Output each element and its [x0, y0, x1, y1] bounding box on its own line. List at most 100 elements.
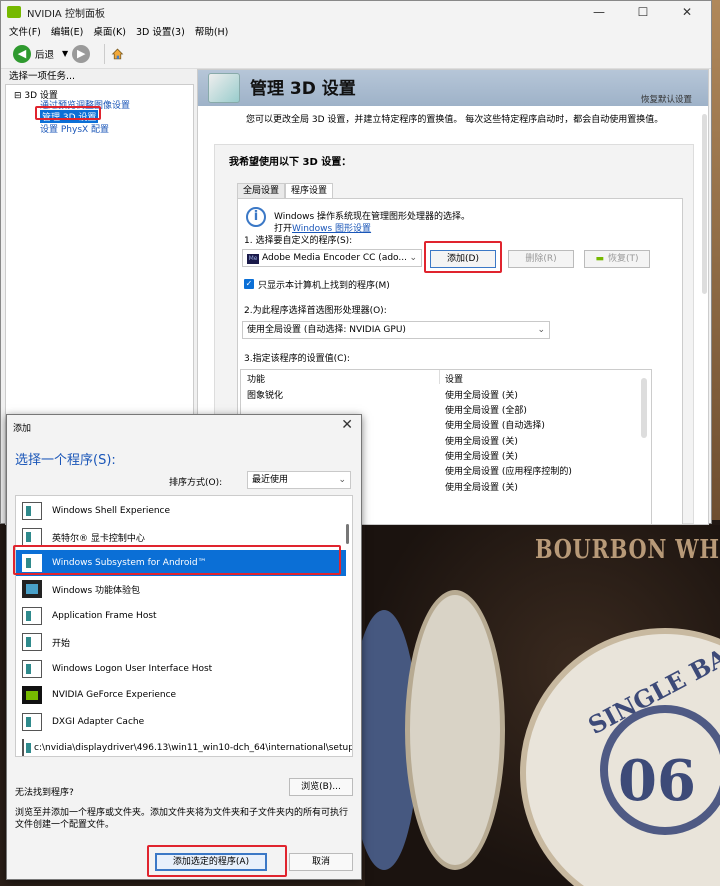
program-name: DXGI Adapter Cache [52, 717, 145, 727]
program-list-item[interactable]: NVIDIA GeForce Experience [16, 682, 346, 708]
highlight-add-button [424, 241, 502, 273]
wallpaper-strip [712, 0, 720, 520]
back-label[interactable]: 后退 [35, 47, 54, 61]
add-program-dialog: 添加 ✕ 选择一个程序(S): 排序方式(O): 最近使用 ⌄ Windows … [6, 414, 362, 880]
program-name: Application Frame Host [52, 611, 157, 621]
browse-button[interactable]: 浏览(B)... [289, 778, 353, 796]
program-list-item[interactable]: Windows Logon User Interface Host [16, 656, 346, 682]
browse-description: 浏览至并添加一个程序或文件夹。添加文件夹将为文件夹和子文件夹内的所有可执行文件创… [15, 808, 349, 830]
wallpaper-disc [405, 590, 505, 870]
minimize-button[interactable]: — [577, 1, 621, 23]
program-list-scrollbar[interactable] [346, 524, 349, 544]
back-dropdown-icon[interactable]: ▼ [62, 49, 68, 58]
program-list: Windows Shell Experience 英特尔® 显卡控制中心 Win… [15, 495, 353, 757]
nvidia-geforce-icon [22, 686, 42, 704]
program-icon [22, 502, 42, 520]
restore-defaults-link[interactable]: 恢复默认设置 [641, 93, 692, 105]
step3-label: 3.指定该程序的设置值(C): [244, 354, 350, 364]
program-icon [22, 528, 42, 546]
grid-row-setting[interactable]: 使用全局设置 (关) [445, 434, 518, 447]
menu-help[interactable]: 帮助(H) [195, 24, 229, 38]
wallpaper-bourbon-text: BOURBON WHI [535, 535, 720, 565]
forward-arrow-icon[interactable]: ▶ [72, 44, 91, 63]
chevron-down-icon: ⌄ [409, 253, 417, 263]
program-list-item[interactable]: 开始 [16, 629, 346, 655]
program-list-item[interactable]: DXGI Adapter Cache [16, 709, 346, 735]
wallpaper-badge-number: 06 [618, 748, 696, 814]
program-list-item[interactable]: Application Frame Host [16, 603, 346, 629]
program-name: Windows Logon User Interface Host [52, 664, 213, 674]
only-show-label: 只显示本计算机上找到的程序(M) [258, 281, 390, 291]
grid-row-setting[interactable]: 使用全局设置 (关) [445, 388, 518, 401]
title-bar[interactable]: NVIDIA 控制面板 — ☐ ✕ [1, 1, 711, 23]
close-button[interactable]: ✕ [665, 1, 709, 23]
program-list-item[interactable]: Windows 功能体验包 [16, 576, 346, 602]
menu-bar: 文件(F) 编辑(E) 桌面(K) 3D 设置(3) 帮助(H) [1, 23, 711, 39]
not-found-label: 无法找到程序? [15, 788, 74, 798]
highlight-selected-program [13, 545, 341, 575]
grid-scrollbar[interactable] [641, 378, 647, 438]
gpu-chevron-down-icon: ⌄ [537, 325, 545, 335]
program-name: NVIDIA GeForce Experience [52, 690, 177, 700]
program-list-item[interactable]: Windows Shell Experience [16, 498, 346, 524]
dialog-title: 添加 [13, 424, 32, 434]
content-scrollbar[interactable] [702, 114, 707, 294]
toolbar: ◀ 后退 ▼ ▶ [1, 39, 711, 69]
sort-label: 排序方式(O): [169, 478, 223, 488]
home-icon[interactable] [104, 43, 124, 64]
page-banner: 管理 3D 设置 恢复默认设置 [198, 70, 708, 106]
menu-desktop[interactable]: 桌面(K) [93, 24, 126, 38]
grid-row-setting[interactable]: 使用全局设置 (关) [445, 449, 518, 462]
settings-tabs: 全局设置 程序设置 [237, 183, 334, 199]
grid-row-feature[interactable]: 图象锐化 [247, 388, 283, 401]
program-list-item[interactable]: c:\nvidia\displaydriver\496.13\win11_win… [16, 735, 353, 756]
info-icon: i [246, 207, 266, 227]
program-icon [22, 739, 31, 756]
program-icon [22, 607, 42, 625]
grid-header-divider [439, 370, 440, 384]
program-name: 开始 [52, 638, 71, 649]
section-header: 我希望使用以下 3D 设置： [229, 157, 352, 168]
menu-edit[interactable]: 编辑(E) [51, 24, 83, 38]
program-icon [22, 660, 42, 678]
sort-select-value: 最近使用 [252, 475, 289, 485]
program-icon [22, 713, 42, 731]
menu-file[interactable]: 文件(F) [9, 24, 41, 38]
maximize-button[interactable]: ☐ [621, 1, 665, 23]
program-name: Windows Shell Experience [52, 506, 171, 516]
feature-pack-icon [22, 580, 42, 598]
grid-row-setting[interactable]: 使用全局设置 (应用程序控制的) [445, 464, 572, 477]
tab-program-settings[interactable]: 程序设置 [285, 183, 334, 199]
back-arrow-icon[interactable]: ◀ [13, 44, 31, 63]
tree-item-physx[interactable]: 设置 PhysX 配置 [40, 122, 109, 135]
cancel-button[interactable]: 取消 [289, 853, 353, 871]
window-title: NVIDIA 控制面板 [27, 8, 105, 20]
gpu-select[interactable]: 使用全局设置 (自动选择: NVIDIA GPU) ⌄ [242, 321, 550, 339]
menu-3d-settings[interactable]: 3D 设置(3) [136, 24, 185, 38]
gpu-select-value: 使用全局设置 (自动选择: NVIDIA GPU) [247, 325, 406, 335]
delete-button[interactable]: 删除(R) [508, 250, 574, 268]
3d-settings-icon [208, 73, 240, 103]
grid-row-setting[interactable]: 使用全局设置 (自动选择) [445, 418, 545, 431]
step1-label: 1. 选择要自定义的程序(S): [244, 236, 353, 246]
program-select-value: Adobe Media Encoder CC (ado... [262, 253, 407, 263]
nvidia-logo-icon [7, 6, 21, 18]
grid-row-setting[interactable]: 使用全局设置 (关) [445, 480, 518, 493]
only-show-checkbox[interactable]: ✓ [244, 279, 254, 289]
program-select[interactable]: Me Adobe Media Encoder CC (ado... ⌄ [242, 249, 422, 267]
step2-label: 2.为此程序选择首选图形处理器(O): [244, 306, 387, 316]
highlight-add-selected-button [147, 845, 287, 877]
choose-program-heading: 选择一个程序(S): [15, 453, 116, 468]
nvidia-small-icon: ▬ [595, 254, 604, 264]
task-pane-heading: 选择一项任务... [9, 71, 76, 82]
sort-select[interactable]: 最近使用 ⌄ [247, 471, 351, 489]
restore-button[interactable]: ▬ 恢复(T) [584, 250, 650, 268]
grid-row-setting[interactable]: 使用全局设置 (全部) [445, 403, 527, 416]
media-encoder-icon: Me [247, 254, 259, 264]
dialog-close-icon[interactable]: ✕ [341, 417, 353, 433]
page-title: 管理 3D 设置 [250, 79, 356, 99]
program-name: c:\nvidia\displaydriver\496.13\win11_win… [34, 743, 353, 753]
program-name: Windows 功能体验包 [52, 585, 141, 596]
grid-header-feature: 功能 [247, 375, 266, 385]
tab-global-settings[interactable]: 全局设置 [237, 183, 286, 199]
